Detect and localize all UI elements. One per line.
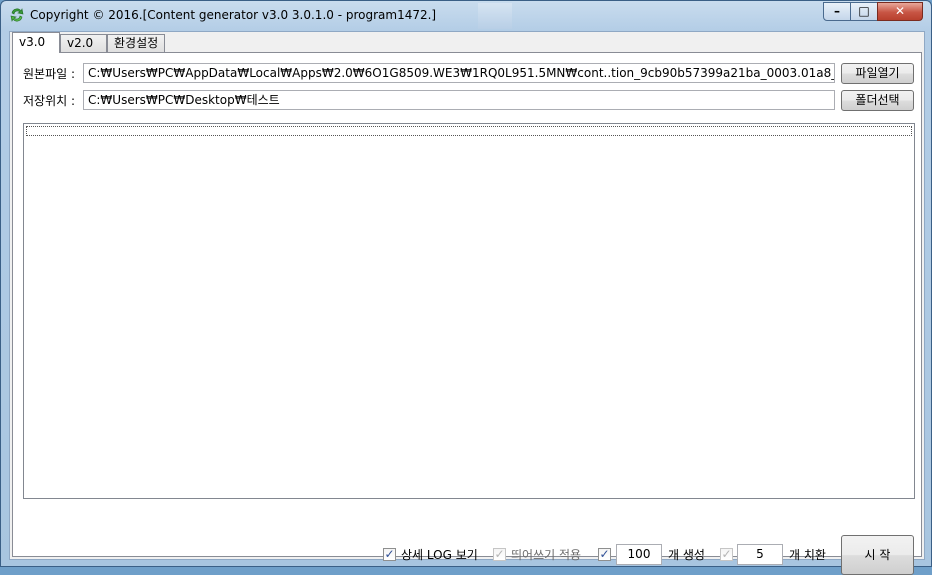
source-file-input[interactable]: C:₩Users₩PC₩AppData₩Local₩Apps₩2.0₩6O1G8…: [83, 63, 835, 83]
log-list[interactable]: [23, 123, 915, 499]
client-area: v3.0 v2.0 환경설정 원본파일 : C:₩Users₩PC₩AppDat…: [9, 31, 925, 575]
tab-page-v3: 원본파일 : C:₩Users₩PC₩AppData₩Local₩Apps₩2.…: [12, 52, 922, 575]
minimize-icon: –: [834, 4, 840, 18]
check-icon: ✓: [494, 547, 505, 561]
maximize-icon: □: [858, 4, 870, 18]
open-file-button[interactable]: 파일열기: [841, 63, 914, 84]
spacing-label: 띄어쓰기 적용: [511, 548, 582, 562]
replace-count-input[interactable]: 5: [737, 544, 783, 565]
tab-label: v3.0: [19, 35, 46, 49]
generate-label: 개 생성: [668, 548, 705, 562]
check-icon: ✓: [599, 547, 610, 561]
save-location-label: 저장위치 :: [23, 94, 76, 108]
generate-count-input[interactable]: 100: [616, 544, 662, 565]
check-icon: ✓: [384, 547, 395, 561]
replace-checkbox[interactable]: ✓: [720, 547, 733, 561]
title-bar[interactable]: Copyright © 2016.[Content generator v3.0…: [1, 1, 931, 29]
spacing-checkbox[interactable]: ✓: [493, 547, 506, 561]
maximize-button[interactable]: □: [850, 2, 878, 21]
background-glimpse: [478, 3, 512, 29]
tab-v2[interactable]: v2.0: [60, 34, 107, 53]
save-location-input[interactable]: C:₩Users₩PC₩Desktop₩테스트: [83, 90, 835, 110]
minimize-button[interactable]: –: [823, 2, 851, 21]
app-window: Copyright © 2016.[Content generator v3.0…: [0, 0, 932, 575]
tab-label: v2.0: [67, 36, 94, 50]
detail-log-checkbox[interactable]: ✓: [383, 547, 396, 561]
close-icon: ✕: [894, 4, 906, 18]
check-icon: ✓: [721, 547, 732, 561]
tab-label: 환경설정: [114, 36, 159, 50]
source-file-label: 원본파일 :: [23, 67, 76, 81]
generate-checkbox[interactable]: ✓: [598, 547, 611, 561]
recycle-arrows-icon: [10, 8, 24, 22]
tab-v3[interactable]: v3.0: [12, 32, 60, 53]
select-folder-button[interactable]: 폴더선택: [841, 90, 914, 111]
tab-settings[interactable]: 환경설정: [107, 34, 165, 53]
window-title: Copyright © 2016.[Content generator v3.0…: [30, 8, 437, 22]
close-button[interactable]: ✕: [877, 2, 923, 21]
detail-log-label: 상세 LOG 보기: [401, 548, 478, 562]
replace-label: 개 치환: [789, 548, 826, 562]
start-button[interactable]: 시 작: [841, 535, 914, 575]
log-focus-row: [26, 126, 912, 136]
